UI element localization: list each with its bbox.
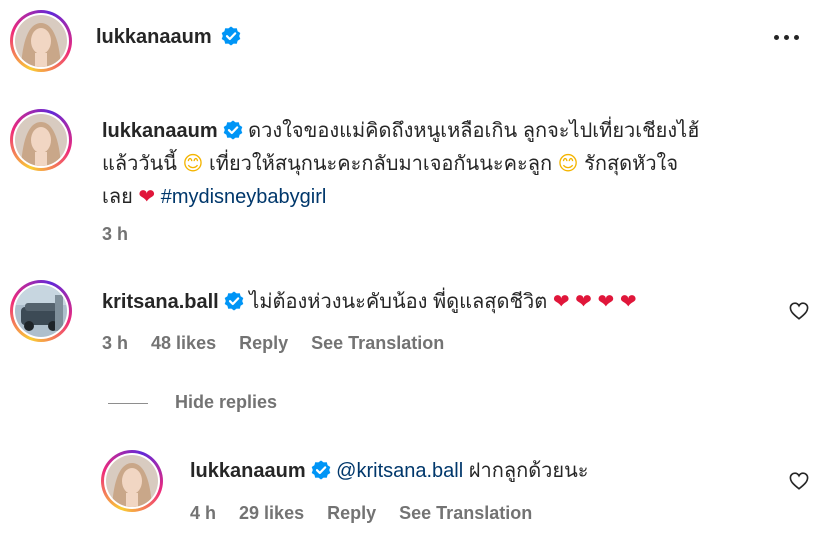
reply-time[interactable]: 4 h xyxy=(190,503,216,523)
caption-line-1: ดวงใจของแม่คิดถึงหนูเหลือเกิน ลูกจะไปเที… xyxy=(248,120,700,142)
caption-hashtag[interactable]: #mydisneybabygirl xyxy=(161,186,327,208)
smile-emoji-icon: 😊 xyxy=(182,153,204,175)
reply-meta: 4 h 29 likes Reply See Translation xyxy=(190,503,550,524)
caption-line-2b: เที่ยวให้สนุกนะคะกลับมาเจอกันนะคะลูก xyxy=(208,153,553,175)
heart-emoji-icon: ❤ xyxy=(575,291,592,313)
caption-author-avatar[interactable] xyxy=(10,109,72,171)
caption-line-2a: แล้ววันนี้ xyxy=(102,153,177,175)
reply-text: lukkanaaum @kritsana.ball ฝากลูกด้วยนะ xyxy=(190,455,589,488)
caption-text: lukkanaaum ดวงใจของแม่คิดถึงหนูเหลือเกิน… xyxy=(102,115,782,214)
comment-meta: 3 h 48 likes Reply See Translation xyxy=(102,333,462,354)
verified-badge-icon xyxy=(311,460,330,480)
reply-reply-button[interactable]: Reply xyxy=(327,503,376,523)
verified-badge-icon xyxy=(224,291,244,311)
comment-see-translation[interactable]: See Translation xyxy=(311,333,444,353)
reply-username[interactable]: lukkanaaum xyxy=(190,460,306,482)
comment-text: kritsana.ball ไม่ต้องห่วงนะคับน้อง พี่ดู… xyxy=(102,286,637,319)
more-horizontal-icon[interactable] xyxy=(774,35,799,40)
comment-reply-button[interactable]: Reply xyxy=(239,333,288,353)
caption-line-2c: รักสุดหัวใจ xyxy=(584,153,679,175)
reply-body: ฝากลูกด้วยนะ xyxy=(468,460,589,482)
smile-emoji-icon: 😊 xyxy=(557,153,579,175)
post-author-username[interactable]: lukkanaaum xyxy=(96,26,212,48)
comment-username[interactable]: kritsana.ball xyxy=(102,291,219,313)
replies-divider-line xyxy=(108,403,148,404)
comment-likes[interactable]: 48 likes xyxy=(151,333,216,353)
reply-author-avatar[interactable] xyxy=(101,450,163,512)
comment-time[interactable]: 3 h xyxy=(102,333,128,353)
avatar-photo xyxy=(15,114,67,166)
comment-body: ไม่ต้องห่วงนะคับน้อง พี่ดูแลสุดชีวิต xyxy=(249,291,548,313)
reply-mention[interactable]: @kritsana.ball xyxy=(336,460,463,482)
avatar-photo xyxy=(106,455,158,507)
heart-outline-icon[interactable] xyxy=(789,472,809,490)
hide-replies-button[interactable]: Hide replies xyxy=(175,392,277,413)
reply-see-translation[interactable]: See Translation xyxy=(399,503,532,523)
avatar-photo xyxy=(15,15,67,67)
avatar-photo xyxy=(15,285,67,337)
heart-emoji-icon: ❤ xyxy=(138,186,156,208)
verified-badge-icon xyxy=(221,26,241,46)
reply-likes[interactable]: 29 likes xyxy=(239,503,304,523)
caption-line-3a: เลย xyxy=(102,186,133,208)
caption-username[interactable]: lukkanaaum xyxy=(102,120,218,142)
comment-author-avatar[interactable] xyxy=(10,280,72,342)
caption-time[interactable]: 3 h xyxy=(102,224,128,244)
heart-emoji-icon: ❤ xyxy=(597,291,615,313)
post-author-avatar[interactable] xyxy=(10,10,72,72)
caption-meta: 3 h xyxy=(102,224,146,245)
heart-emoji-icon: ❤ xyxy=(552,291,570,313)
verified-badge-icon xyxy=(223,120,242,140)
heart-outline-icon[interactable] xyxy=(789,302,809,320)
heart-emoji-icon: ❤ xyxy=(619,291,637,313)
